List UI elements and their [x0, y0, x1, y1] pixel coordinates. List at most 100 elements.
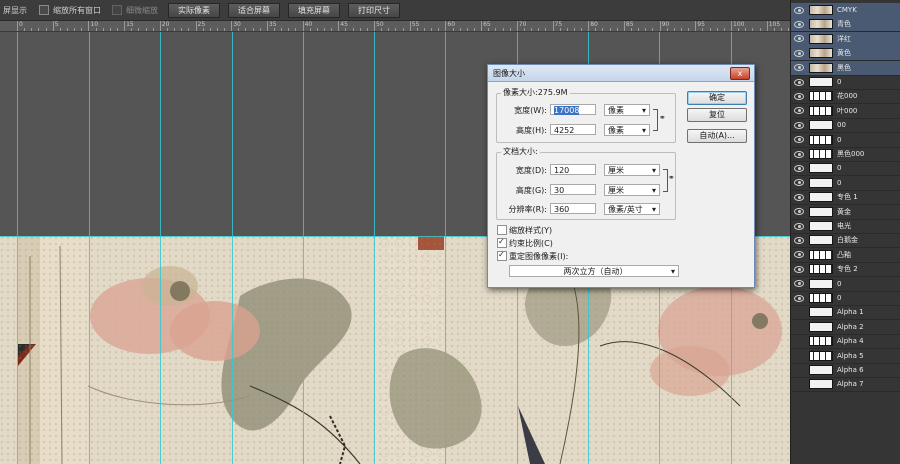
resolution-unit-select[interactable]: 像素/英寸 [604, 203, 660, 215]
channel-row[interactable]: 0 [791, 75, 900, 90]
vertical-guide[interactable] [232, 32, 233, 464]
visibility-eye-icon[interactable] [794, 280, 804, 288]
channel-row[interactable]: 叶000 [791, 104, 900, 119]
checkbox-box[interactable] [112, 5, 122, 15]
vertical-guide[interactable] [17, 32, 18, 464]
doc-height-input[interactable]: 30 [550, 184, 596, 195]
visibility-eye-icon[interactable] [794, 338, 804, 345]
channel-row[interactable]: 白鹅金 [791, 233, 900, 249]
checkbox-box[interactable] [39, 5, 49, 15]
visibility-eye-icon[interactable] [794, 193, 804, 201]
channel-row[interactable]: 0 [791, 161, 900, 177]
vertical-guide[interactable] [160, 32, 161, 464]
close-button[interactable]: x [730, 67, 750, 80]
channel-name: 黄金 [837, 207, 851, 216]
visibility-eye-icon[interactable] [794, 35, 804, 43]
ruler-minor-tick [109, 28, 111, 31]
reset-button[interactable]: 复位 [687, 108, 747, 122]
channel-row[interactable]: 电光 [791, 219, 900, 234]
resample-method-select[interactable]: 两次立方（自动） [509, 265, 679, 277]
resolution-input[interactable]: 360 [550, 203, 596, 214]
channel-row[interactable]: 黄色 [791, 46, 900, 62]
channel-thumbnail [809, 221, 833, 231]
constrain-proportions-checkbox[interactable] [497, 237, 507, 248]
channel-name: 黑色000 [837, 150, 865, 158]
ruler-label: 20 [161, 21, 170, 28]
channel-row[interactable]: 00 [791, 118, 900, 134]
channel-row[interactable]: 黑色000 [791, 147, 900, 162]
visibility-eye-icon[interactable] [794, 251, 804, 259]
visibility-eye-icon[interactable] [794, 6, 804, 14]
resample-checkbox[interactable] [497, 250, 507, 261]
channel-row[interactable]: Alpha 1 [791, 305, 900, 321]
visibility-eye-icon[interactable] [794, 64, 804, 72]
visibility-eye-icon[interactable] [794, 323, 804, 330]
channel-row[interactable]: Alpha 4 [791, 334, 900, 350]
visibility-eye-icon[interactable] [794, 121, 804, 129]
print-size-button[interactable]: 打印尺寸 [348, 2, 400, 18]
channel-row[interactable]: 洋红 [791, 31, 900, 47]
channel-row[interactable]: 专色 2 [791, 262, 900, 278]
visibility-eye-icon[interactable] [794, 164, 804, 172]
visibility-eye-icon[interactable] [794, 107, 804, 115]
visibility-eye-icon[interactable] [794, 367, 804, 374]
visibility-eye-icon[interactable] [794, 294, 804, 302]
channel-row[interactable]: Alpha 7 [791, 377, 900, 393]
channel-row[interactable]: CMYK [791, 3, 900, 18]
visibility-eye-icon[interactable] [794, 265, 804, 273]
visibility-eye-icon[interactable] [794, 179, 804, 187]
visibility-eye-icon[interactable] [794, 78, 804, 86]
vertical-guide[interactable] [445, 32, 446, 464]
actual-pixels-button[interactable]: 实际像素 [168, 2, 220, 18]
channel-name: 白鹅金 [837, 236, 858, 245]
scrubby-zoom-checkbox[interactable]: 细微缩放 [112, 5, 158, 16]
scale-styles-checkbox[interactable] [497, 225, 507, 235]
vertical-guide[interactable] [89, 32, 90, 464]
doc-width-input[interactable]: 120 [550, 164, 596, 175]
fill-screen-button[interactable]: 填充屏幕 [288, 2, 340, 18]
channel-row[interactable]: 0 [791, 277, 900, 292]
channel-row[interactable]: 0 [791, 291, 900, 306]
visibility-eye-icon[interactable] [794, 309, 804, 316]
visibility-eye-icon[interactable] [794, 222, 804, 230]
visibility-eye-icon[interactable] [794, 208, 804, 216]
channel-row[interactable]: Alpha 5 [791, 349, 900, 364]
channel-row[interactable]: 专色 1 [791, 190, 900, 206]
ruler-major-tick [659, 21, 661, 31]
visibility-eye-icon[interactable] [794, 236, 804, 244]
channel-row[interactable]: 0 [791, 176, 900, 191]
ok-button[interactable]: 确定 [687, 91, 747, 105]
channel-row[interactable]: 黄金 [791, 205, 900, 220]
pixel-height-unit-select[interactable]: 像素 [604, 124, 650, 136]
channel-row[interactable]: 凸釉 [791, 248, 900, 263]
auto-button[interactable]: 自动(A)... [687, 129, 747, 143]
channel-row[interactable]: 0 [791, 133, 900, 148]
ruler-major-tick [17, 21, 18, 31]
channel-row[interactable]: Alpha 6 [791, 363, 900, 378]
vertical-guide[interactable] [374, 32, 375, 464]
channel-thumbnail [809, 105, 833, 116]
ruler-minor-tick [209, 28, 211, 31]
image-size-dialog: 图像大小 x 像素大小:275.9M 宽度(W): 17008 像素 高度(H)… [487, 64, 755, 288]
pixel-width-input[interactable]: 17008 [550, 104, 596, 115]
channel-row[interactable]: 花000 [791, 89, 900, 105]
visibility-eye-icon[interactable] [794, 150, 804, 158]
pixel-width-unit-select[interactable]: 像素 [604, 104, 650, 116]
visibility-eye-icon[interactable] [794, 381, 804, 388]
visibility-eye-icon[interactable] [794, 49, 804, 57]
visibility-eye-icon[interactable] [794, 92, 804, 100]
dialog-title-bar[interactable]: 图像大小 x [488, 65, 754, 82]
doc-width-unit-select[interactable]: 厘米 [604, 164, 660, 176]
horizontal-ruler[interactable]: 0 5 10 15 20 25 30 35 40 45 50 55 60 65 70 75 80 85 90 95 10… [0, 21, 790, 32]
vertical-guide[interactable] [303, 32, 304, 464]
channel-row[interactable]: Alpha 2 [791, 320, 900, 335]
visibility-eye-icon[interactable] [794, 136, 804, 144]
visibility-eye-icon[interactable] [794, 352, 804, 359]
visibility-eye-icon[interactable] [794, 20, 804, 28]
pixel-height-input[interactable]: 4252 [550, 124, 596, 135]
zoom-all-windows-checkbox[interactable]: 缩放所有窗口 [39, 5, 101, 16]
channel-row[interactable]: 黑色 [791, 60, 900, 76]
doc-height-unit-select[interactable]: 厘米 [604, 184, 660, 196]
fit-screen-button[interactable]: 适合屏幕 [228, 2, 280, 18]
channel-row[interactable]: 青色 [791, 17, 900, 33]
